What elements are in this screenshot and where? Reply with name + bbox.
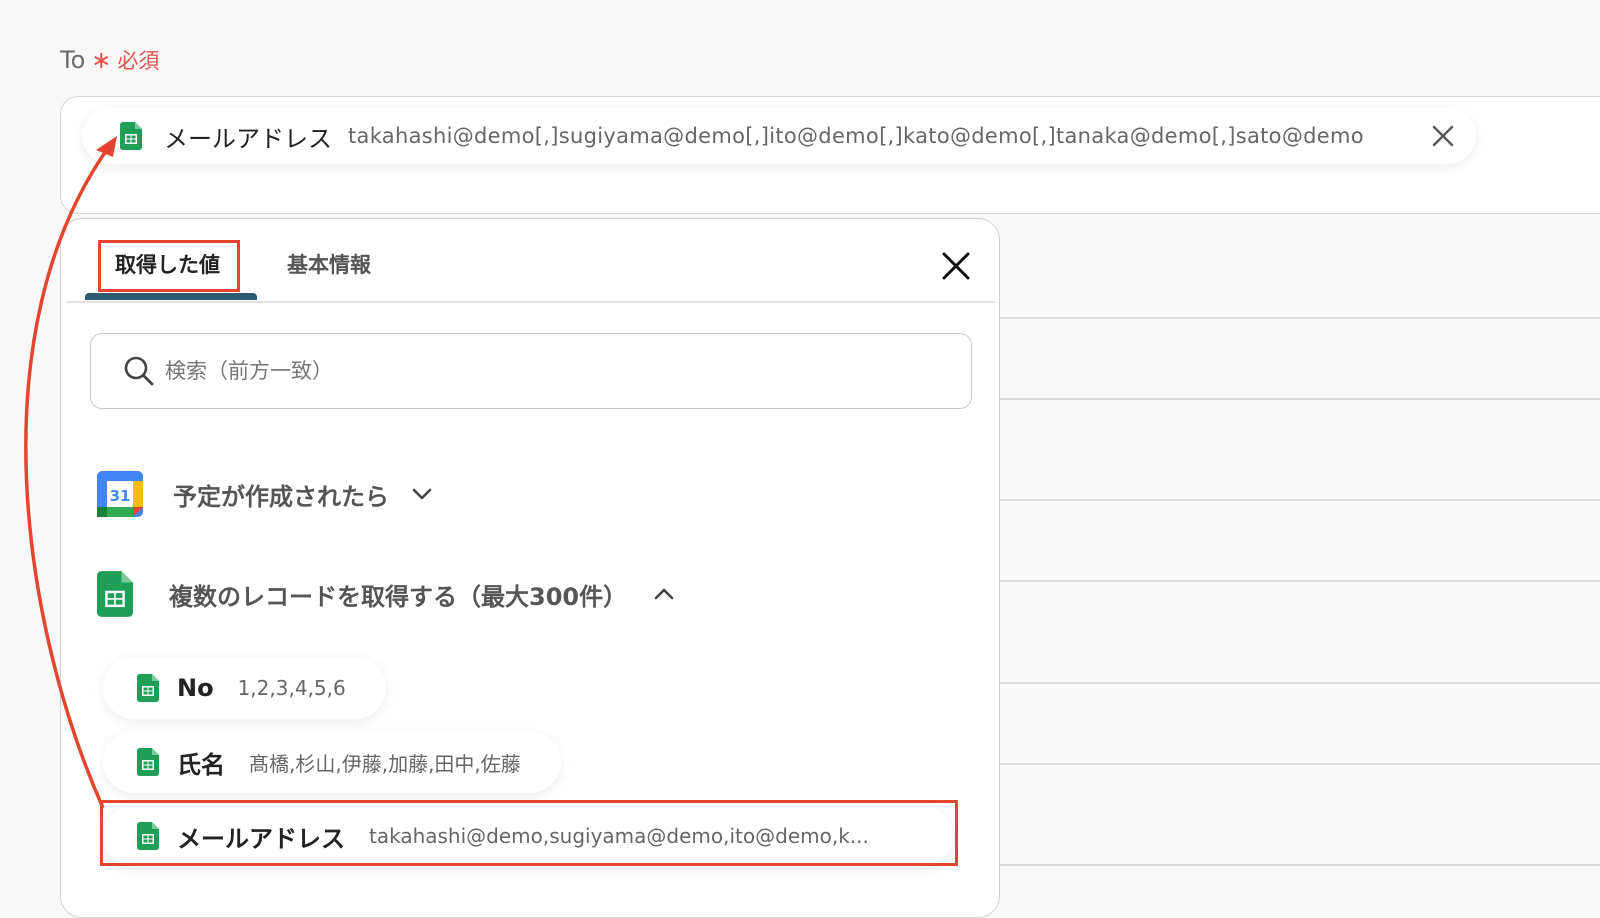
section-get-records[interactable]: 複数のレコードを取得する（最大300件）: [97, 571, 677, 617]
google-sheets-icon: [137, 748, 159, 776]
search-input[interactable]: [165, 359, 965, 383]
chip-name: メールアドレス: [164, 124, 332, 153]
svg-text:31: 31: [110, 487, 131, 505]
chevron-up-icon[interactable]: [651, 581, 677, 607]
remove-chip-icon[interactable]: [1428, 121, 1458, 151]
required-label: 必須: [117, 49, 160, 73]
section-title: 複数のレコードを取得する（最大300件）: [169, 582, 628, 611]
google-sheets-icon: [137, 674, 159, 702]
background-divider: [1000, 682, 1600, 684]
background-divider: [1000, 580, 1600, 582]
required-star-icon: ∗: [91, 46, 112, 74]
background-divider: [1000, 317, 1600, 319]
to-label-text: To: [60, 46, 86, 74]
background-divider: [1000, 499, 1600, 501]
background-divider: [1000, 864, 1600, 866]
chip-value: takahashi@demo[,]sugiyama@demo[,]ito@dem…: [348, 124, 1364, 148]
background-divider: [1000, 398, 1600, 400]
google-sheets-icon: [120, 122, 142, 150]
background-divider: [1000, 763, 1600, 765]
item-value: 1,2,3,4,5,6: [237, 676, 346, 700]
highlight-box-email-item: [100, 800, 958, 866]
search-box[interactable]: [90, 333, 972, 409]
chevron-down-icon[interactable]: [409, 481, 435, 507]
highlight-box-tab: [98, 240, 240, 292]
item-value: 髙橋,杉山,伊藤,加藤,田中,佐藤: [249, 751, 521, 776]
close-icon[interactable]: [939, 249, 973, 283]
search-icon: [124, 356, 154, 386]
tabs-divider: [67, 301, 995, 303]
list-item-name[interactable]: 氏名 髙橋,杉山,伊藤,加藤,田中,佐藤: [103, 731, 561, 793]
google-calendar-icon: 31: [97, 471, 143, 517]
selected-value-chip[interactable]: メールアドレス takahashi@demo[,]sugiyama@demo[,…: [82, 108, 1476, 164]
tab-basic-info[interactable]: 基本情報: [287, 249, 371, 279]
item-name: No: [177, 674, 214, 702]
google-sheets-icon: [97, 571, 133, 617]
active-tab-indicator: [85, 293, 257, 300]
item-name: 氏名: [177, 750, 225, 779]
list-item-no[interactable]: No 1,2,3,4,5,6: [103, 657, 386, 719]
section-title: 予定が作成されたら: [173, 482, 389, 511]
to-field-label: To ∗ 必須: [60, 45, 159, 75]
section-calendar-trigger[interactable]: 31 予定が作成されたら: [97, 471, 435, 517]
